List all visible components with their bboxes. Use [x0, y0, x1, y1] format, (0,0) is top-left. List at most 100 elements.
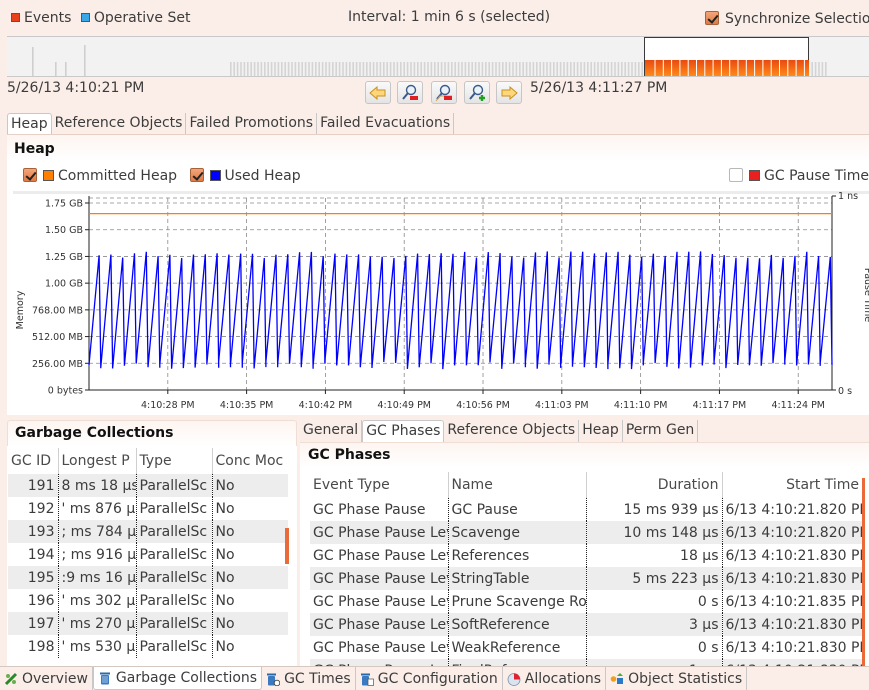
gc-table-row[interactable]: 198 ' ms 530 µs ParallelSc No [8, 635, 288, 658]
timeline-event-bar [512, 62, 514, 76]
timeline-event-bar [498, 62, 501, 76]
tab-heap[interactable]: Heap [7, 113, 52, 135]
name-cell: References [448, 544, 587, 567]
gc-id-cell: 197 [8, 612, 59, 635]
timeline-event-bar [481, 62, 484, 76]
synchronize-selection-checkbox[interactable]: Synchronize Selection [705, 10, 869, 27]
timeline-event-bar [447, 62, 450, 76]
checkbox-unchecked-icon[interactable] [729, 167, 743, 182]
duration-cell: 15 ms 939 µs [586, 498, 723, 521]
column-header-type[interactable]: Type [136, 448, 213, 474]
column-header-longest-pause[interactable]: Longest P [58, 448, 137, 474]
timeline-event-bar [335, 62, 337, 76]
checkbox-checked-icon[interactable] [189, 167, 204, 182]
tab-garbage-collections[interactable]: Garbage Collections [92, 667, 263, 690]
column-header-duration[interactable]: Duration [586, 472, 723, 498]
gc-table-row[interactable]: 192 ' ms 876 µs ParallelSc No [8, 497, 288, 520]
duration-cell: 5 ms 223 µs [586, 567, 723, 590]
column-header-gc-id[interactable]: GC ID [8, 448, 59, 474]
column-header-conc-mode[interactable]: Conc Moc [212, 448, 288, 474]
timeline-event-bar [338, 62, 341, 76]
timeline-event-bar [369, 62, 371, 76]
timeline-event-bar [393, 62, 395, 76]
name-cell: Scavenge [448, 521, 587, 544]
timeline-event-bar [247, 62, 249, 76]
timeline-event-bar [559, 62, 562, 76]
timeline-overview[interactable] [7, 36, 869, 77]
gc-phase-row[interactable]: GC Phase Pause Lev SoftReference 3 µs 6/13 … [310, 613, 862, 636]
tab-gc-configuration[interactable]: GC Configuration [356, 667, 503, 690]
timeline-event-bar [284, 62, 286, 76]
tab-reference-objects-detail[interactable]: Reference Objects [444, 420, 580, 442]
x-tick-label: 4:10:35 PM [220, 400, 274, 411]
conc-mode-cell: No [212, 612, 288, 635]
arrow-left-icon [369, 85, 386, 100]
timeline-event-bar [366, 62, 368, 76]
tab-failed-promotions[interactable]: Failed Promotions [186, 113, 318, 135]
used-heap-toggle[interactable]: Used Heap [189, 167, 301, 184]
timeline-selection-range[interactable] [644, 37, 809, 76]
timeline-event-bar [430, 62, 433, 76]
timeline-event-bar [376, 62, 378, 76]
scroll-left-button[interactable] [365, 81, 391, 104]
gc-pause-time-toggle[interactable]: GC Pause Time [729, 167, 869, 184]
gc-phase-row[interactable]: GC Phase Pause Lev Prune Scavenge Ro 0 s 6/… [310, 590, 862, 613]
gc-phase-row[interactable]: GC Phase Pause Lev StringTable 5 ms 223 µs… [310, 567, 862, 590]
tab-allocations[interactable]: Allocations [503, 667, 607, 690]
y-tick-label: 512.00 MB [32, 332, 83, 343]
zoom-out-full-button[interactable] [431, 81, 457, 104]
tab-general[interactable]: General [300, 420, 363, 442]
committed-heap-toggle[interactable]: Committed Heap [23, 167, 177, 184]
tab-perm-gen[interactable]: Perm Gen [623, 420, 699, 442]
tab-gc-phases[interactable]: GC Phases [362, 420, 445, 442]
tab-heap-detail[interactable]: Heap [579, 420, 623, 442]
gc-table-row[interactable]: 197 ' ms 270 µs ParallelSc No [8, 612, 288, 635]
gc-table-row[interactable]: 195:9 ms 16 µs ParallelSc No [8, 566, 288, 589]
gc-id-cell: 194 [8, 543, 59, 566]
gc-phase-row[interactable]: GC Phase Pause Lev Scavenge 10 ms 148 µs 6/… [310, 521, 862, 544]
gc-table-scrollbar[interactable] [285, 528, 289, 564]
gc-table-row[interactable]: 196 ' ms 302 µs ParallelSc No [8, 589, 288, 612]
gc-table-row[interactable]: 194; ms 916 µs ParallelSc No [8, 543, 288, 566]
column-header-event-type[interactable]: Event Type [310, 472, 449, 498]
timeline-event-bar [485, 62, 487, 76]
conc-mode-cell: No [212, 474, 288, 497]
heap-chart[interactable]: 0 bytes 256.00 MB 512.00 MB 768.00 MB 1.00 G… [7, 190, 869, 415]
synchronize-selection-label: Synchronize Selection [725, 11, 869, 27]
timeline-event-bar [437, 62, 439, 76]
timeline-event-bar [811, 62, 813, 76]
gc-phase-row[interactable]: GC Phase Pause GC Pause 15 ms 939 µs 6/13 4… [310, 498, 862, 521]
longest-pause-cell: 8 ms 18 µs [58, 474, 137, 497]
timeline-event-bar [233, 62, 235, 76]
column-header-start-time[interactable]: Start Time [722, 472, 862, 498]
overview-icon [4, 672, 18, 685]
timeline-event-bar [600, 62, 603, 76]
gc-phase-row[interactable]: GC Phase Pause Lev WeakReference 0 s 6/13 4… [310, 636, 862, 659]
zoom-out-button[interactable] [397, 81, 423, 104]
y-tick-label: 1.00 GB [45, 279, 83, 290]
column-header-name[interactable]: Name [448, 472, 587, 498]
timeline-event-bar [253, 62, 256, 76]
tab-failed-evacuations[interactable]: Failed Evacuations [317, 113, 455, 135]
timeline-event-bar [478, 62, 480, 76]
timeline-event-bar [230, 62, 232, 76]
timeline-event-bar [427, 62, 429, 76]
gc-phase-row[interactable]: GC Phase Pause Lev References 18 µs 6/13 4:… [310, 544, 862, 567]
gc-phases-scrollbar[interactable] [862, 478, 865, 666]
checkbox-checked-icon[interactable] [23, 167, 37, 182]
zoom-in-button[interactable] [464, 81, 490, 104]
timeline-event-bar [413, 62, 416, 76]
heap-section-title: Heap [14, 141, 55, 157]
duration-cell: 3 µs [586, 613, 723, 636]
tab-object-statistics[interactable]: Object Statistics [606, 667, 748, 690]
tab-gc-times[interactable]: GC Times [262, 667, 356, 690]
scroll-right-button[interactable] [496, 81, 522, 104]
checkbox-checked-icon[interactable] [705, 10, 719, 25]
gc-table-row[interactable]: 191 8 ms 18 µs ParallelSc No [8, 474, 288, 497]
timeline-event-bar [631, 62, 633, 76]
tab-reference-objects[interactable]: Reference Objects [52, 113, 187, 135]
timeline-event-bar [311, 62, 314, 76]
timeline-event-bar [638, 62, 640, 76]
tab-overview[interactable]: Overview [0, 667, 93, 690]
gc-table-row[interactable]: 193; ms 784 µs ParallelSc No [8, 520, 288, 543]
